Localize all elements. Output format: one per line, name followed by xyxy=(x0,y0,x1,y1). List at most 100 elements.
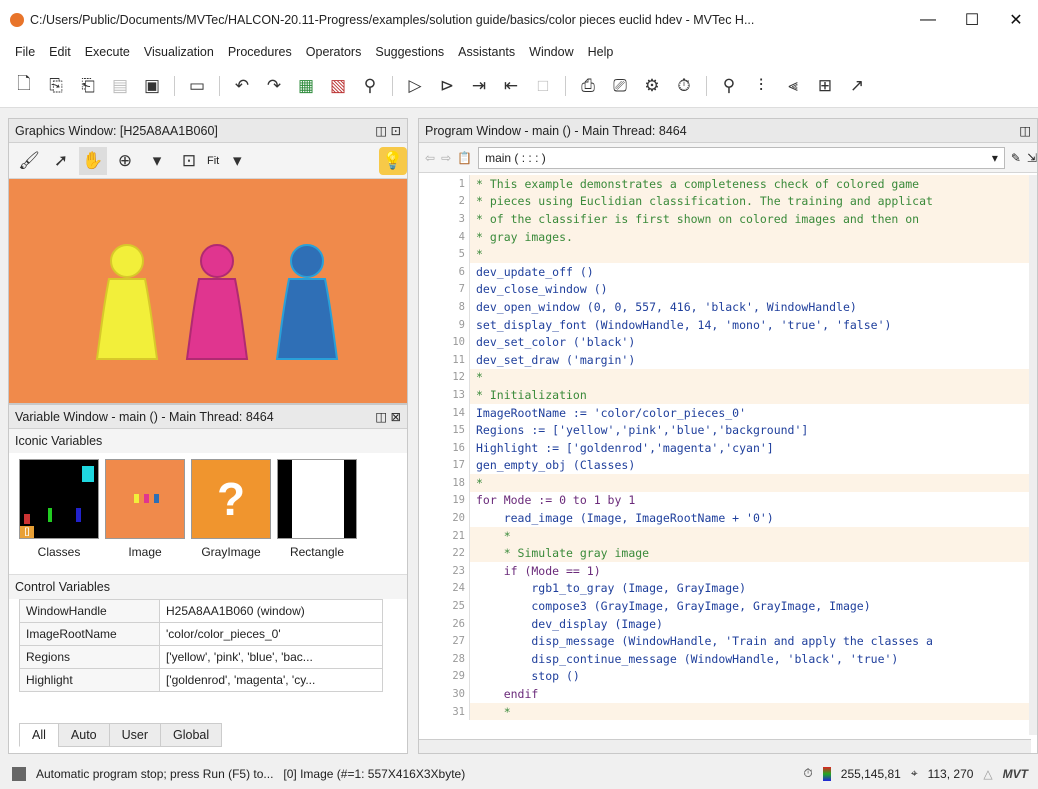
open-program-icon[interactable]: ⎘ xyxy=(42,72,70,100)
panel-controls-icon[interactable]: ◫ xyxy=(1019,123,1031,138)
code-line[interactable]: 31 * xyxy=(419,702,1031,721)
code-line[interactable]: 19 for Mode := 0 to 1 by 1 xyxy=(419,491,1031,510)
menu-edit[interactable]: Edit xyxy=(42,45,78,59)
code-line[interactable]: 12 * xyxy=(419,368,1031,387)
tab-global[interactable]: Global xyxy=(160,723,223,747)
code-line[interactable]: 13 * Initialization xyxy=(419,386,1031,404)
panel-controls-icon[interactable]: ◫ ⊡ xyxy=(375,123,401,138)
table-row[interactable]: Regions ['yellow', 'pink', 'blue', 'bac.… xyxy=(19,645,383,669)
save-disabled-icon[interactable]: ▤ xyxy=(106,72,134,100)
table-row[interactable]: WindowHandle H25A8AA1B060 (window) xyxy=(19,599,383,623)
find-icon[interactable]: ⚲ xyxy=(356,72,384,100)
code-line[interactable]: 21 * xyxy=(419,526,1031,545)
procedure-interface-icon[interactable]: ⇲ xyxy=(1027,151,1037,165)
code-line[interactable]: 7 dev_close_window () xyxy=(419,280,1031,299)
code-line[interactable]: 22 * Simulate gray image xyxy=(419,544,1031,563)
code-editor[interactable]: 1 * This example demonstrates a completen… xyxy=(419,175,1031,735)
redo-icon[interactable]: ↷ xyxy=(260,72,288,100)
iconic-var-image[interactable]: Image xyxy=(105,459,185,574)
run-icon[interactable]: ▷ xyxy=(401,72,429,100)
code-line[interactable]: 29 stop () xyxy=(419,667,1031,686)
code-line[interactable]: 15 Regions := ['yellow','pink','blue','ba… xyxy=(419,421,1031,439)
code-line[interactable]: 30 endif xyxy=(419,685,1031,703)
menu-help[interactable]: Help xyxy=(581,45,621,59)
feature-inspection-icon[interactable]: ⊞ xyxy=(811,72,839,100)
pointer-icon[interactable]: ➚ xyxy=(47,147,75,175)
code-line[interactable]: 9 set_display_font (WindowHandle, 14, 'mo… xyxy=(419,315,1031,334)
stop-icon[interactable]: □ xyxy=(529,72,557,100)
code-line[interactable]: 20 read_image (Image, ImageRootName + '0… xyxy=(419,509,1031,527)
clear-brush-icon[interactable]: 🖌 xyxy=(15,147,43,175)
fit-window-icon[interactable]: ⊡ xyxy=(175,147,203,175)
code-line[interactable]: 26 dev_display (Image) xyxy=(419,614,1031,633)
profiler-icon[interactable]: ⏱ xyxy=(670,72,698,100)
code-line[interactable]: 28 disp_continue_message (WindowHandle, … xyxy=(419,650,1031,668)
code-line[interactable]: 1 * This example demonstrates a completen… xyxy=(419,175,1031,193)
table-row[interactable]: ImageRootName 'color/color_pieces_0' xyxy=(19,622,383,646)
menu-window[interactable]: Window xyxy=(522,45,580,59)
clipboard-icon[interactable]: 📋 xyxy=(457,151,472,165)
code-line[interactable]: 6 dev_update_off () xyxy=(419,262,1031,281)
minimize-button[interactable]: — xyxy=(906,11,950,29)
reset-program-icon[interactable]: ⎙ xyxy=(574,72,602,100)
code-line[interactable]: 27 disp_message (WindowHandle, 'Train an… xyxy=(419,632,1031,651)
code-line[interactable]: 10 dev_set_color ('black') xyxy=(419,333,1031,351)
step-into-icon[interactable]: ⇥ xyxy=(465,72,493,100)
tab-user[interactable]: User xyxy=(108,723,162,747)
tab-all[interactable]: All xyxy=(19,723,59,747)
reset-procedure-icon[interactable]: ⎚ xyxy=(606,72,634,100)
code-line[interactable]: 2 * pieces using Euclidian classification… xyxy=(419,192,1031,211)
procedure-select[interactable]: main ( : : : ) ▾ xyxy=(478,146,1005,169)
edit-procedure-icon[interactable]: ✎ xyxy=(1011,151,1021,165)
back-arrow-icon[interactable]: ⇦ xyxy=(425,151,435,165)
pan-hand-icon[interactable]: ✋ xyxy=(79,146,107,175)
fit-label[interactable]: Fit xyxy=(207,155,219,167)
iconic-var-grayimage[interactable]: ? GrayImage xyxy=(191,459,271,574)
code-line[interactable]: 17 gen_empty_obj (Classes) xyxy=(419,456,1031,475)
menu-operators[interactable]: Operators xyxy=(299,45,369,59)
code-line[interactable]: 3 * of the classifier is first shown on c… xyxy=(419,210,1031,228)
code-line[interactable]: 11 dev_set_draw ('margin') xyxy=(419,350,1031,369)
zoom-dropdown-icon[interactable]: ▾ xyxy=(143,147,171,175)
table-row[interactable]: Highlight ['goldenrod', 'magenta', 'cy..… xyxy=(19,668,383,692)
undo-icon[interactable]: ↶ xyxy=(228,72,256,100)
graphics-canvas[interactable] xyxy=(9,179,407,403)
panel-controls-icon[interactable]: ◫ ⊠ xyxy=(375,409,401,424)
zoom-icon[interactable]: ⚲ xyxy=(715,72,743,100)
fit-dropdown-icon[interactable]: ▾ xyxy=(223,147,251,175)
menu-suggestions[interactable]: Suggestions xyxy=(368,45,451,59)
code-line[interactable]: 23 if (Mode == 1) xyxy=(419,562,1031,580)
code-line[interactable]: 8 dev_open_window (0, 0, 557, 416, 'black… xyxy=(419,298,1031,316)
horizontal-scrollbar[interactable] xyxy=(419,739,1031,753)
tools-icon[interactable]: ⚙ xyxy=(638,72,666,100)
code-line[interactable]: 25 compose3 (GrayImage, GrayImage, GrayI… xyxy=(419,597,1031,615)
menu-file[interactable]: File xyxy=(8,45,42,59)
delete-icon[interactable]: ▧ xyxy=(324,72,352,100)
line-profile-icon[interactable]: ⫷ xyxy=(779,72,807,100)
close-button[interactable]: ✕ xyxy=(994,10,1038,30)
menu-procedures[interactable]: Procedures xyxy=(221,45,299,59)
step-over-icon[interactable]: ⊳ xyxy=(433,72,461,100)
histogram-icon[interactable]: ⫶ xyxy=(747,72,775,100)
maximize-button[interactable]: ☐ xyxy=(950,10,994,30)
code-line[interactable]: 5 * xyxy=(419,245,1031,263)
code-line[interactable]: 18 * xyxy=(419,474,1031,492)
record-icon[interactable]: ▭ xyxy=(183,72,211,100)
menu-visualization[interactable]: Visualization xyxy=(137,45,221,59)
step-out-icon[interactable]: ⇤ xyxy=(497,72,525,100)
tab-auto[interactable]: Auto xyxy=(57,723,110,747)
code-line[interactable]: 24 rgb1_to_gray (Image, GrayImage) xyxy=(419,579,1031,598)
code-line[interactable]: 16 Highlight := ['goldenrod','magenta','c… xyxy=(419,438,1031,457)
code-line[interactable]: 14 ImageRootName := 'color/color_pieces_0… xyxy=(419,403,1031,422)
lightbulb-icon[interactable]: 💡 xyxy=(379,146,407,175)
menu-assistants[interactable]: Assistants xyxy=(451,45,522,59)
iconic-var-classes[interactable]: [] Classes xyxy=(19,459,99,574)
new-file-icon[interactable]: 🗋 xyxy=(10,72,38,100)
insert-icon[interactable]: ▦ xyxy=(292,72,320,100)
open-procedure-icon[interactable]: ⎗ xyxy=(74,72,102,100)
vertical-scrollbar[interactable] xyxy=(1029,175,1037,735)
iconic-var-rectangle[interactable]: Rectangle xyxy=(277,459,357,574)
menu-execute[interactable]: Execute xyxy=(78,45,137,59)
forward-arrow-icon[interactable]: ⇨ xyxy=(441,151,451,165)
chart-icon[interactable]: ↗ xyxy=(843,72,871,100)
